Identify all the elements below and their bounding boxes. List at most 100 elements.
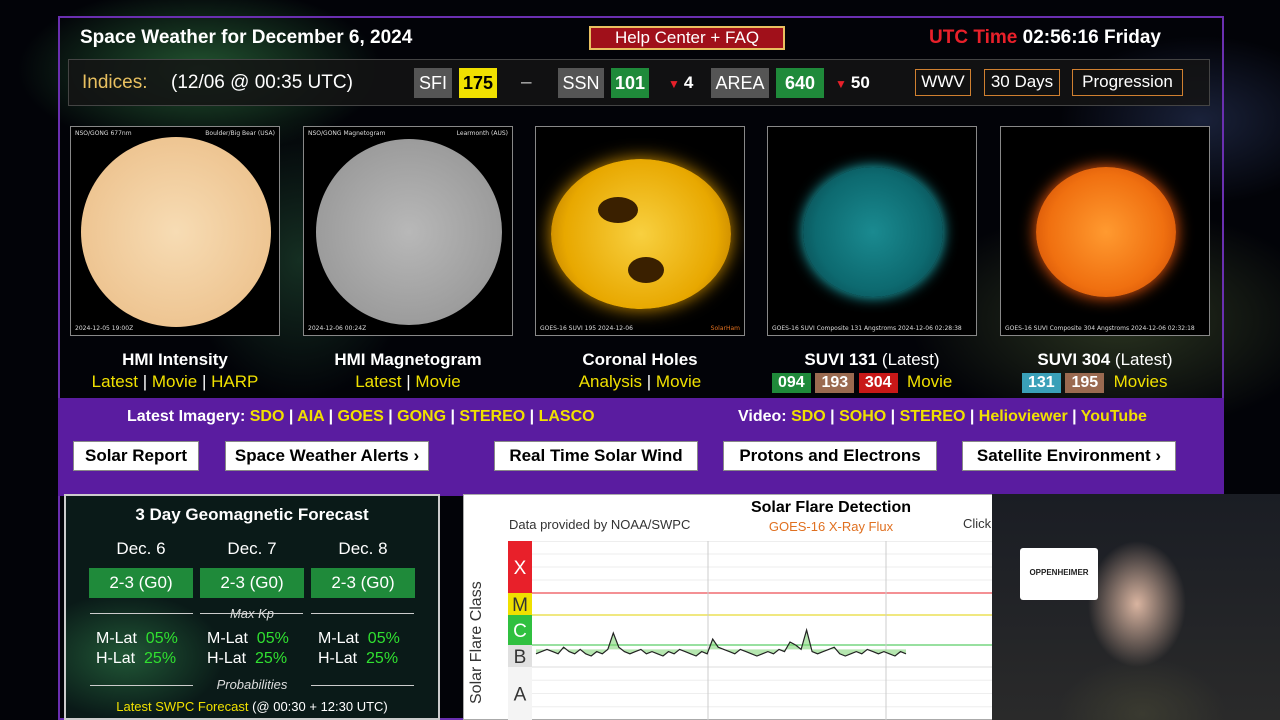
video-sdo-link[interactable]: SDO xyxy=(791,408,826,425)
imagery-sdo-link[interactable]: SDO xyxy=(250,408,285,425)
suvi-195-tag[interactable]: 195 xyxy=(1065,373,1105,393)
suvi-131-tag[interactable]: 131 xyxy=(1022,373,1061,393)
suvi-193-tag[interactable]: 193 xyxy=(815,373,855,393)
swpc-forecast-link[interactable]: Latest SWPC Forecast xyxy=(116,699,248,714)
sun-disk xyxy=(803,167,943,297)
presenter-webcam xyxy=(992,494,1280,720)
coronal-hole xyxy=(628,257,664,283)
hmi-intensity-image[interactable]: NSO/GONG 677nm Boulder/Big Bear (USA) 20… xyxy=(70,126,280,336)
ssn-change: ▼ 4 xyxy=(668,73,694,92)
flare-chart-subtitle: GOES-16 X-Ray Flux xyxy=(768,519,894,534)
max-kp-label: Max Kp xyxy=(229,606,275,621)
movie-link[interactable]: Movie xyxy=(907,372,952,391)
forecast-level: 2-3 (G0) xyxy=(89,568,193,598)
flare-y-axis-label: Solar Flare Class xyxy=(468,581,485,704)
flare-class-label: X xyxy=(514,558,527,579)
area-label: AREA xyxy=(711,68,769,98)
flare-class-label: A xyxy=(514,685,527,706)
indices-timestamp: (12/06 @ 00:35 UTC) xyxy=(171,72,353,93)
forecast-level: 2-3 (G0) xyxy=(311,568,415,598)
ssn-value: 101 xyxy=(611,68,649,98)
oppenheimer-logo: OPPENHEIMER xyxy=(1020,548,1098,600)
probabilities-label: Probabilities xyxy=(216,677,288,692)
progression-button[interactable]: Progression xyxy=(1072,69,1183,96)
movies-link[interactable]: Movies xyxy=(1114,372,1168,391)
flare-class-label: C xyxy=(513,621,527,642)
movie-link[interactable]: Movie xyxy=(152,372,197,391)
panel-caption: SUVI 131 (Latest) xyxy=(804,350,940,369)
imagery-stereo-link[interactable]: STEREO xyxy=(459,408,525,425)
utc-clock: UTC Time 02:56:16 Friday xyxy=(929,27,1161,49)
satellite-environment-button[interactable]: Satellite Environment › xyxy=(962,441,1176,471)
flare-chart[interactable]: XMCBA xyxy=(508,541,992,720)
analysis-link[interactable]: Analysis xyxy=(579,372,642,391)
movie-link[interactable]: Movie xyxy=(415,372,460,391)
flare-class-label: M xyxy=(512,595,528,616)
coronal-hole xyxy=(598,197,638,223)
latest-link[interactable]: Latest xyxy=(92,372,138,391)
movie-link[interactable]: Movie xyxy=(656,372,701,391)
protons-electrons-button[interactable]: Protons and Electrons xyxy=(723,441,937,471)
imagery-gong-link[interactable]: GONG xyxy=(397,408,446,425)
panel-links: Analysis | Movie xyxy=(578,372,702,391)
sfi-value: 175 xyxy=(459,68,497,98)
video-youtube-link[interactable]: YouTube xyxy=(1081,408,1147,425)
sun-disk xyxy=(81,137,271,327)
suvi-304-tag[interactable]: 304 xyxy=(858,373,898,393)
panel-links: Latest | Movie | HARP xyxy=(91,372,259,391)
30-days-button[interactable]: 30 Days xyxy=(984,69,1060,96)
imagery-goes-link[interactable]: GOES xyxy=(338,408,384,425)
area-value: 640 xyxy=(776,68,824,98)
forecast-day: Dec. 8 xyxy=(338,539,388,558)
xray-flux-area xyxy=(536,630,906,656)
utc-label: UTC Time xyxy=(929,27,1018,48)
flare-class-label: B xyxy=(514,647,527,668)
utc-value: 02:56:16 Friday xyxy=(1022,27,1161,48)
forecast-level: 2-3 (G0) xyxy=(200,568,304,598)
video-helioviewer-link[interactable]: Helioviewer xyxy=(979,408,1068,425)
imagery-aia-link[interactable]: AIA xyxy=(297,408,324,425)
mlat-row: M-Lat 05% xyxy=(318,630,400,647)
imagery-lasco-link[interactable]: LASCO xyxy=(539,408,595,425)
mlat-row: M-Lat 05% xyxy=(96,630,178,647)
page-title: Space Weather for December 6, 2024 xyxy=(80,27,413,48)
down-triangle-icon: ▼ xyxy=(668,77,680,91)
sfi-label: SFI xyxy=(414,68,452,98)
harp-link[interactable]: HARP xyxy=(211,372,258,391)
forecast-day: Dec. 6 xyxy=(116,539,166,558)
panel-links: 131 195 Movies xyxy=(1022,372,1212,393)
panel-links: 094 193 304 Movie xyxy=(772,372,982,393)
video-soho-link[interactable]: SOHO xyxy=(839,408,886,425)
hmi-magnetogram-image[interactable]: NSO/GONG Magnetogram Learmonth (AUS) 202… xyxy=(303,126,513,336)
hlat-row: H-Lat 25% xyxy=(207,650,288,667)
forecast-day: Dec. 7 xyxy=(227,539,277,558)
space-weather-alerts-button[interactable]: Space Weather Alerts › xyxy=(225,441,429,471)
indices-label: Indices: xyxy=(82,72,148,93)
panel-caption: SUVI 304 (Latest) xyxy=(1037,350,1173,369)
ssn-label: SSN xyxy=(558,68,604,98)
help-center-button[interactable]: Help Center + FAQ xyxy=(589,26,785,50)
suvi-131-image[interactable]: GOES-16 SUVI Composite 131 Angstroms 202… xyxy=(767,126,977,336)
click-hint[interactable]: Click xyxy=(963,516,991,531)
sun-disk xyxy=(316,139,502,325)
sfi-change: – xyxy=(521,72,532,93)
latest-imagery-links: Latest Imagery: SDO | AIA | GOES | GONG … xyxy=(127,408,595,425)
panel-caption: HMI Magnetogram xyxy=(334,350,482,369)
data-provider-note: Data provided by NOAA/SWPC xyxy=(509,517,691,532)
panel-links: Latest | Movie xyxy=(355,372,461,391)
panel-caption: HMI Intensity xyxy=(122,350,228,369)
suvi-094-tag[interactable]: 094 xyxy=(772,373,811,393)
hlat-row: H-Lat 25% xyxy=(318,650,399,667)
flare-chart-title: Solar Flare Detection xyxy=(750,499,912,516)
real-time-solar-wind-button[interactable]: Real Time Solar Wind xyxy=(494,441,698,471)
swpc-forecast-footer: Latest SWPC Forecast (@ 00:30 + 12:30 UT… xyxy=(116,699,388,714)
area-change: ▼ 50 xyxy=(835,73,870,92)
wwv-button[interactable]: WWV xyxy=(915,69,971,96)
latest-link[interactable]: Latest xyxy=(355,372,401,391)
solar-report-button[interactable]: Solar Report xyxy=(73,441,199,471)
video-links: Video: SDO | SOHO | STEREO | Helioviewer… xyxy=(738,408,1147,425)
video-stereo-link[interactable]: STEREO xyxy=(900,408,966,425)
geomagnetic-title: 3 Day Geomagnetic Forecast xyxy=(135,505,369,524)
suvi-304-image[interactable]: GOES-16 SUVI Composite 304 Angstroms 202… xyxy=(1000,126,1210,336)
coronal-holes-image[interactable]: GOES-16 SUVI 195 2024-12-06 SolarHam xyxy=(535,126,745,336)
